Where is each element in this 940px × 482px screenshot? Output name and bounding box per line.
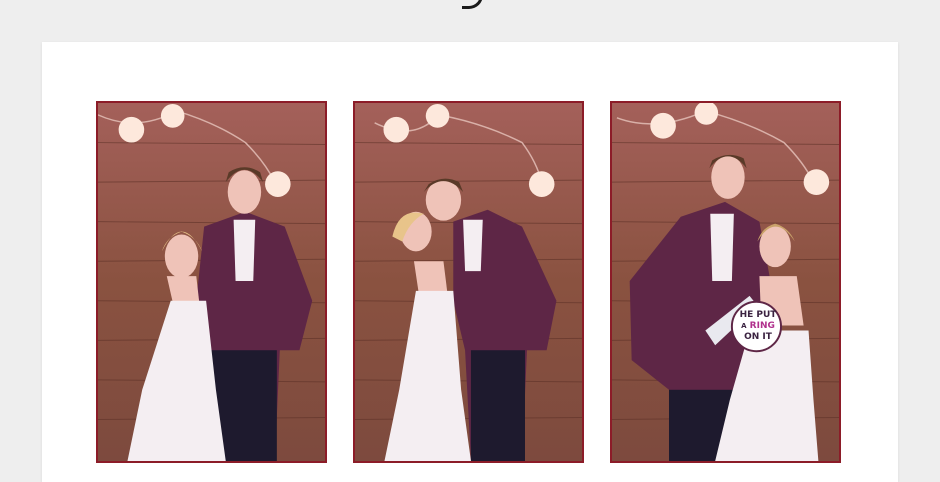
photo-couple-kissing	[353, 101, 584, 463]
photo-couple-with-sign	[610, 101, 841, 463]
photo-couple-posing	[96, 101, 327, 463]
photo-strip-card	[42, 42, 898, 482]
sign-line-2: A RING	[730, 321, 786, 332]
sign-line-1: HE PUT	[739, 310, 777, 320]
sign-word-ring: RING	[749, 321, 775, 331]
he-put-a-ring-on-it-sign: HE PUT A RING ON IT	[730, 310, 786, 356]
sign-word-a: A	[741, 322, 747, 330]
sign-line-3: ON IT	[744, 332, 772, 342]
top-swash-mark	[462, 0, 483, 9]
